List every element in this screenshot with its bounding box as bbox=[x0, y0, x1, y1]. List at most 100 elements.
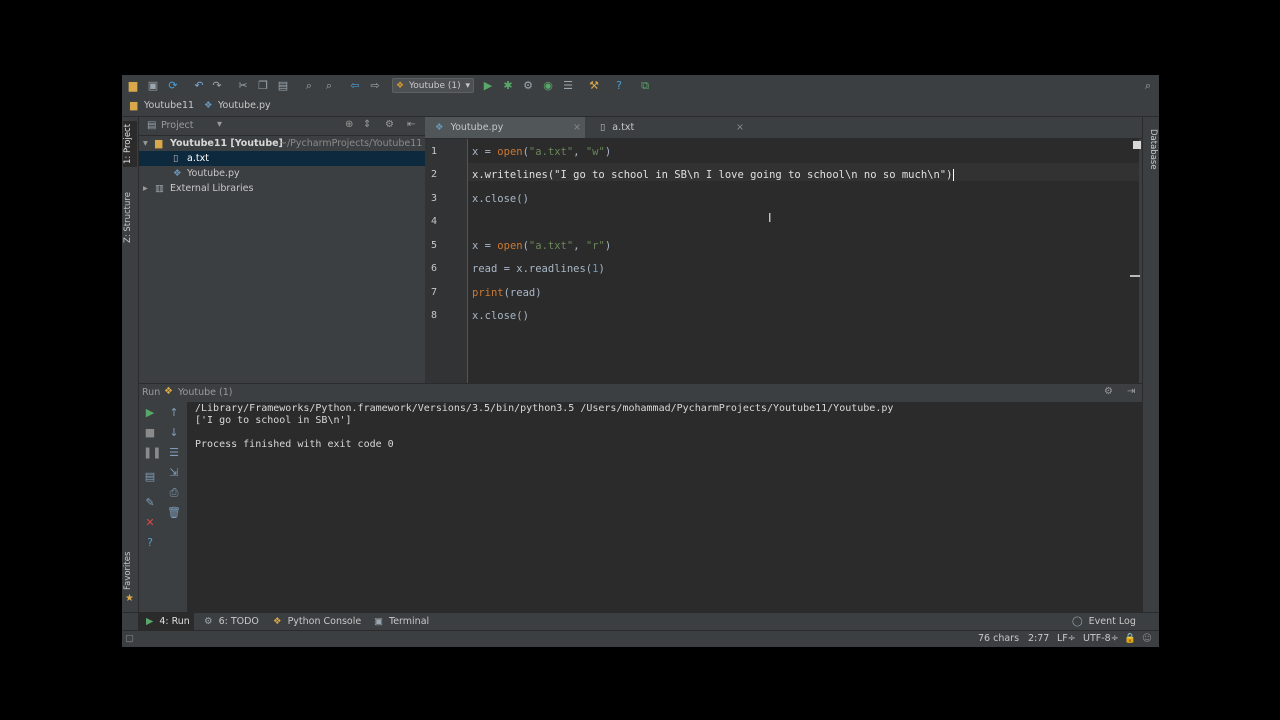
status-caret-position[interactable]: 2:77 bbox=[1028, 633, 1049, 644]
breadcrumb: ▆ Youtube11 ❖ Youtube.py bbox=[122, 97, 1159, 117]
print-icon[interactable]: ⎙ bbox=[167, 486, 181, 500]
tool-tab-event-log[interactable]: ◯ Event Log bbox=[1072, 613, 1136, 631]
run-console[interactable]: /Library/Frameworks/Python.framework/Ver… bbox=[187, 402, 1142, 612]
project-panel: ▤ Project ▾ ⊕ ⇕ ⚙ ⇤ ▾ ▆ Youtube11 [Youtu… bbox=[139, 117, 425, 382]
up-arrow-icon[interactable]: ↑ bbox=[167, 406, 181, 420]
tree-row-root[interactable]: ▾ ▆ Youtube11 [Youtube] ~/PycharmProject… bbox=[139, 136, 425, 151]
undo-icon[interactable]: ↶ bbox=[192, 79, 206, 93]
run-panel-config[interactable]: Youtube (1) bbox=[178, 387, 232, 398]
code-editor[interactable]: x = open("a.txt", "w") x.writelines("I g… bbox=[468, 139, 1139, 383]
soft-wrap-icon[interactable]: ☰ bbox=[167, 446, 181, 460]
lock-icon[interactable]: 🔒 bbox=[1124, 633, 1136, 644]
vcs-icon[interactable]: ⧉ bbox=[638, 79, 652, 93]
stop-icon[interactable]: ■ bbox=[143, 426, 157, 440]
find-icon[interactable]: ⌕ bbox=[302, 79, 316, 93]
status-line-separator[interactable]: LF÷ bbox=[1057, 633, 1076, 644]
tool-tab-todo[interactable]: ⚙ 6: TODO bbox=[204, 613, 259, 631]
run-icon: ▶ bbox=[146, 616, 154, 627]
paste-icon[interactable]: ▤ bbox=[276, 79, 290, 93]
gear-icon[interactable]: ⚙ bbox=[1104, 386, 1113, 397]
mouse-ibeam-cursor: I bbox=[768, 211, 772, 225]
hide-panel-icon[interactable]: ⇥ bbox=[1127, 386, 1135, 397]
run-config-dropdown[interactable]: ❖ Youtube (1) ▾ bbox=[392, 78, 474, 93]
tool-tab-python-console[interactable]: ❖ Python Console bbox=[273, 613, 361, 631]
structure-tool-tab[interactable]: Z: Structure bbox=[123, 183, 137, 253]
cut-icon[interactable]: ✂ bbox=[236, 79, 250, 93]
code-line-5: x = open("a.txt", "r") bbox=[472, 240, 612, 252]
chevron-down-icon[interactable]: ▾ bbox=[217, 119, 222, 130]
debug-icon[interactable]: ✱ bbox=[501, 79, 515, 93]
tree-row-external[interactable]: ▸ ▥ External Libraries bbox=[139, 181, 425, 196]
hide-panel-icon[interactable]: ⇤ bbox=[407, 119, 415, 130]
line-number: 1 bbox=[431, 146, 438, 157]
copy-icon[interactable]: ❐ bbox=[256, 79, 270, 93]
favorites-tool-tab[interactable]: Favorites bbox=[123, 547, 137, 595]
help-icon[interactable]: ? bbox=[143, 536, 157, 550]
collapse-all-icon[interactable]: ⇕ bbox=[363, 119, 371, 130]
build-icon[interactable]: ☰ bbox=[561, 79, 575, 93]
code-line-7: print(read) bbox=[472, 287, 542, 299]
tab-a-txt[interactable]: ▯ a.txt × bbox=[590, 117, 750, 138]
sync-icon[interactable]: ⟳ bbox=[166, 79, 180, 93]
tool-tab-label: 4: Run bbox=[159, 616, 190, 627]
scroll-to-end-icon[interactable]: ⇲ bbox=[167, 466, 181, 480]
dump-threads-icon[interactable]: ▤ bbox=[143, 470, 157, 484]
terminal-icon: ▣ bbox=[374, 616, 383, 627]
tab-youtube-py[interactable]: ❖ Youtube.py × bbox=[425, 117, 585, 138]
right-tool-strip: Database bbox=[1133, 117, 1159, 612]
help-icon[interactable]: ? bbox=[612, 79, 626, 93]
run-icon[interactable]: ▶ bbox=[481, 79, 495, 93]
chevron-down-icon: ▾ bbox=[465, 81, 470, 91]
main-toolbar: ▆ ▣ ⟳ ↶ ↷ ✂ ❐ ▤ ⌕ ⌕ ⇦ ⇨ ❖ Youtube (1) ▾ … bbox=[122, 75, 1159, 98]
down-arrow-icon[interactable]: ↓ bbox=[167, 426, 181, 440]
tool-tab-label: Python Console bbox=[287, 616, 362, 627]
redo-icon[interactable]: ↷ bbox=[210, 79, 224, 93]
coverage-icon[interactable]: ⚙ bbox=[521, 79, 535, 93]
clear-all-icon[interactable]: 🗑 bbox=[167, 506, 181, 520]
status-encoding[interactable]: UTF-8÷ bbox=[1083, 633, 1119, 644]
breadcrumb-project[interactable]: Youtube11 bbox=[144, 100, 194, 111]
close-icon[interactable]: × bbox=[736, 117, 744, 138]
scrollbar-marker bbox=[1130, 275, 1140, 277]
project-panel-title[interactable]: Project bbox=[161, 120, 194, 131]
close-icon[interactable]: × bbox=[573, 117, 581, 138]
inspector-icon[interactable]: ☺ bbox=[1142, 633, 1152, 644]
run-toolbar: ▶ ↑ ■ ↓ ❚❚ ☰ ▤ ⇲ ⎙ ✎ 🗑 ✕ ? bbox=[139, 402, 187, 612]
tool-windows-icon[interactable]: ▢ bbox=[125, 633, 134, 644]
event-log-icon: ◯ bbox=[1072, 616, 1083, 627]
tree-row-file[interactable]: ❖ Youtube.py bbox=[139, 166, 425, 181]
python-icon: ❖ bbox=[396, 81, 405, 91]
rerun-icon[interactable]: ▶ bbox=[143, 406, 157, 420]
save-icon[interactable]: ▣ bbox=[146, 79, 160, 93]
breadcrumb-file[interactable]: Youtube.py bbox=[218, 100, 271, 111]
back-icon[interactable]: ⇦ bbox=[348, 79, 362, 93]
library-icon: ▥ bbox=[155, 183, 164, 194]
pause-icon[interactable]: ❚❚ bbox=[143, 446, 161, 460]
text-file-icon: ▯ bbox=[600, 122, 606, 133]
gear-icon[interactable]: ⚙ bbox=[385, 119, 394, 130]
line-number: 3 bbox=[431, 193, 438, 204]
code-line-1: x = open("a.txt", "w") bbox=[472, 146, 612, 158]
inspection-status-icon[interactable] bbox=[1133, 141, 1141, 149]
file-label: a.txt bbox=[187, 153, 209, 164]
search-everywhere-icon[interactable]: ⌕ bbox=[1141, 79, 1155, 93]
editor-tab-bar: ❖ Youtube.py × ▯ a.txt × bbox=[425, 117, 1142, 139]
run-config-label: Youtube (1) bbox=[409, 81, 461, 91]
database-tool-tab[interactable]: Database bbox=[1144, 121, 1158, 177]
text-file-icon: ▯ bbox=[173, 153, 179, 164]
scroll-from-source-icon[interactable]: ⊕ bbox=[345, 119, 353, 130]
project-tool-tab[interactable]: 1: Project bbox=[123, 121, 137, 167]
settings-icon[interactable]: ⚒ bbox=[587, 79, 601, 93]
pin-icon[interactable]: ✎ bbox=[143, 496, 157, 510]
project-view-icon: ▤ bbox=[147, 120, 157, 131]
forward-icon[interactable]: ⇨ bbox=[368, 79, 382, 93]
profile-icon[interactable]: ◉ bbox=[541, 79, 555, 93]
open-folder-icon[interactable]: ▆ bbox=[126, 79, 140, 93]
tool-tab-terminal[interactable]: ▣ Terminal bbox=[374, 613, 429, 631]
line-number: 7 bbox=[431, 287, 438, 298]
status-bar: ▢ 76 chars 2:77 LF÷ UTF-8÷ 🔒 ☺ bbox=[122, 630, 1159, 647]
close-icon[interactable]: ✕ bbox=[143, 516, 157, 530]
tree-row-file[interactable]: ▯ a.txt bbox=[139, 151, 425, 166]
replace-icon[interactable]: ⌕ bbox=[322, 79, 336, 93]
tool-tab-run[interactable]: ▶ 4: Run bbox=[138, 613, 194, 631]
